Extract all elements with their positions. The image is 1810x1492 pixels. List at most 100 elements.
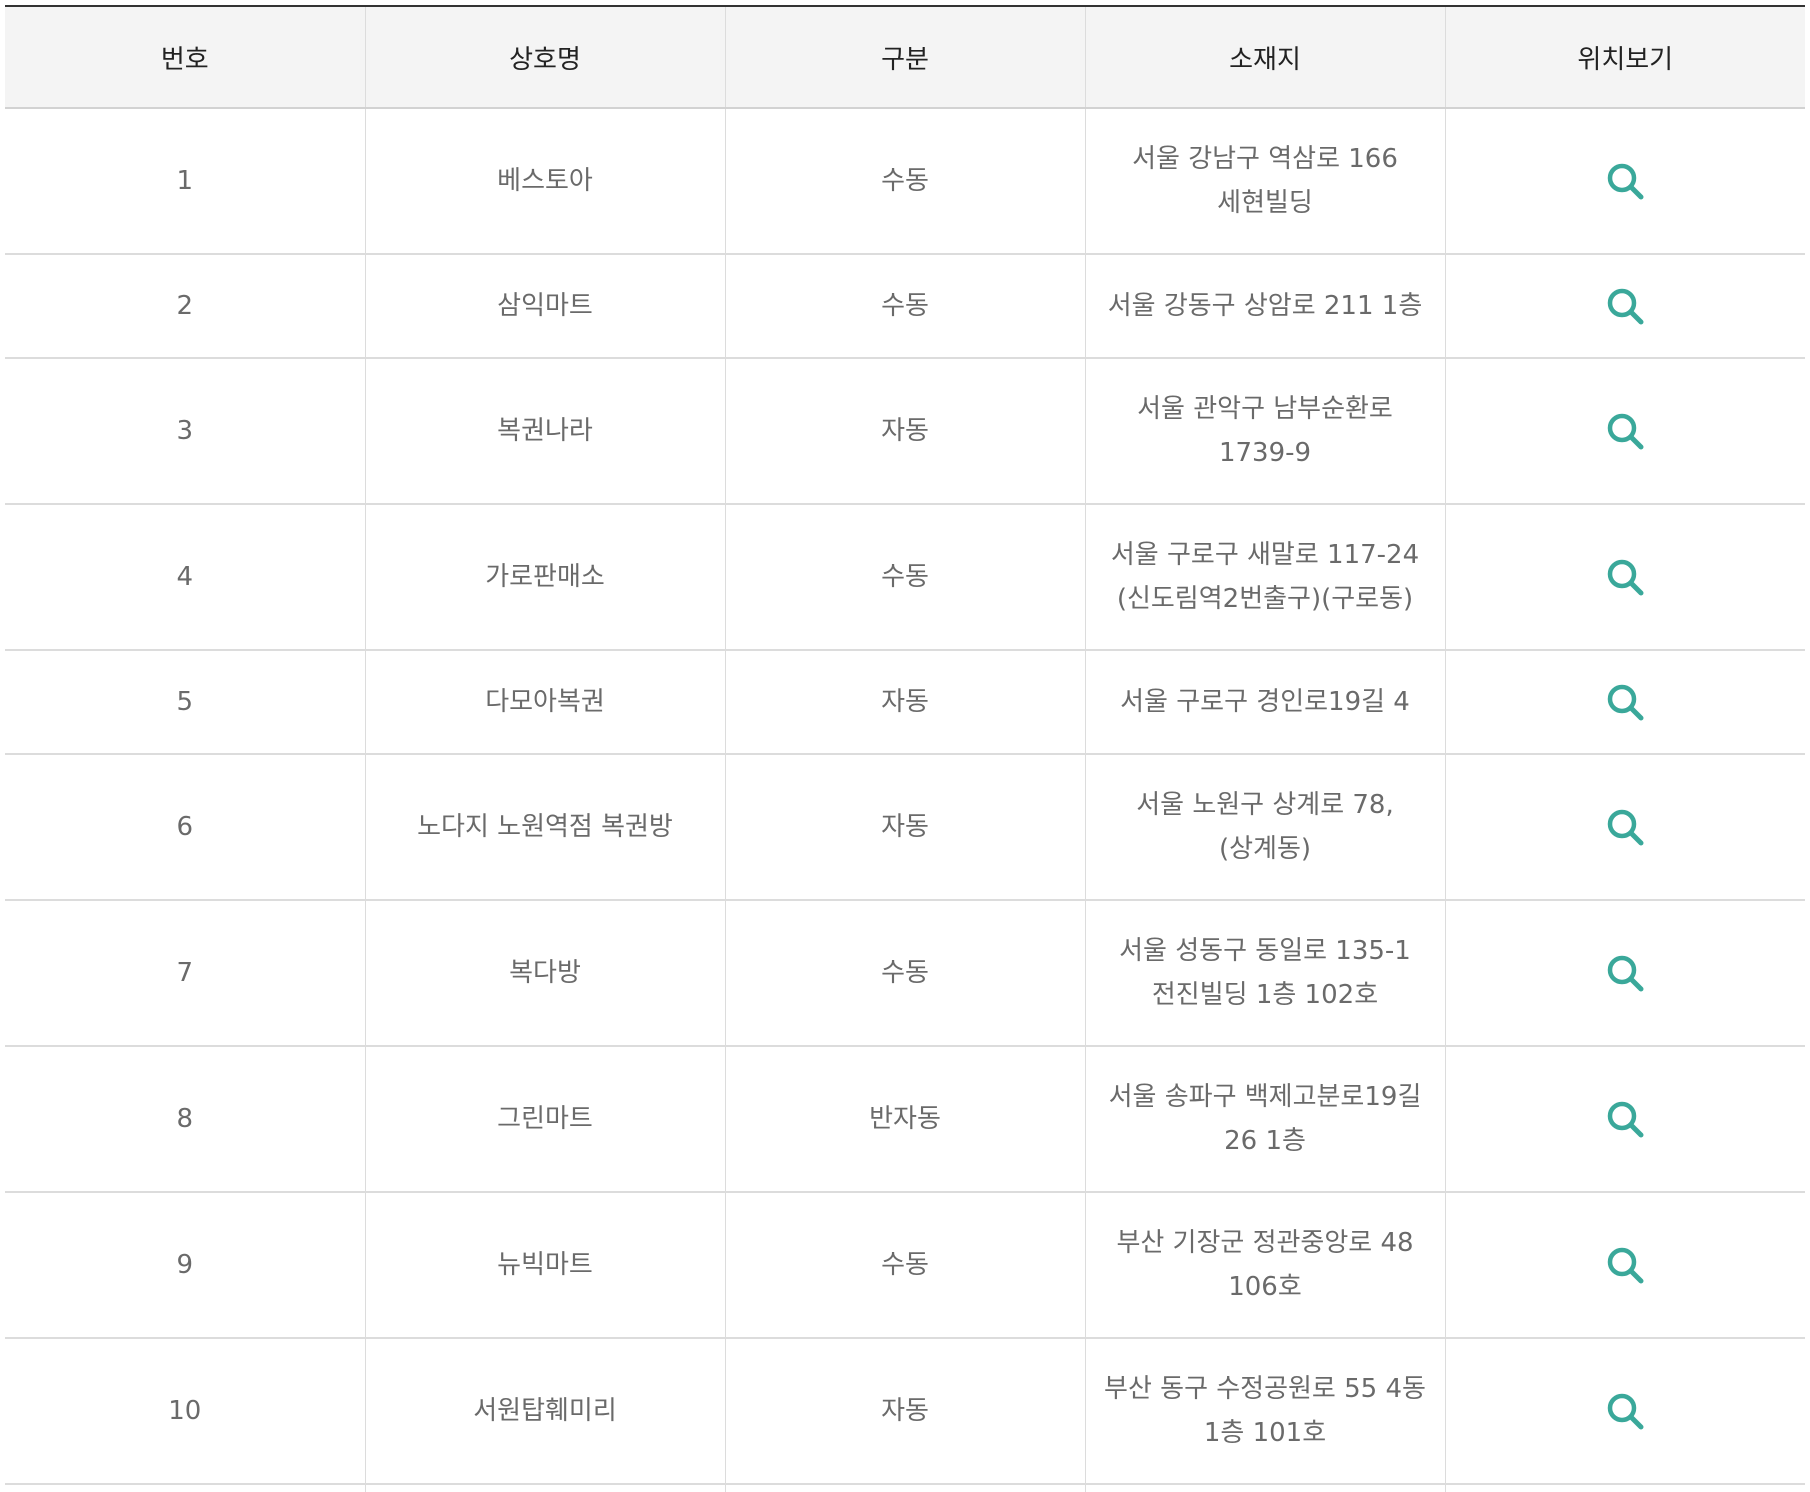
row-address: 서울 강남구 역삼로 166 세현빌딩 [1084, 108, 1446, 255]
row-type-text: 수동 [881, 166, 929, 196]
row-type: 자동 [724, 650, 1086, 755]
row-number-text: 7 [176, 958, 194, 988]
row-number: 4 [5, 504, 366, 651]
search-icon [1608, 164, 1644, 200]
row-location [1444, 754, 1805, 901]
search-icon [1608, 289, 1644, 325]
row-name: 뉴빅마트 [364, 1192, 726, 1339]
table-row: 3 복권나라 자동 서울 관악구 남부순환로 1739-9 [5, 358, 1805, 505]
row-name: 노다지 노원역점 복권방 [364, 754, 726, 901]
row-location [1444, 1046, 1805, 1193]
row-name: 복권나라 [364, 358, 726, 505]
row-name: 서원탑훼미리 [364, 1338, 726, 1485]
row-address: 부산 동구 수정공원로 55 4동 1층 101호 [1084, 1338, 1446, 1485]
table-row: 4 가로판매소 수동 서울 구로구 새말로 117-24 (신도림역2번출구)(… [5, 504, 1805, 651]
header-location: 위치보기 [1444, 5, 1805, 109]
row-name: 가로판매소 [364, 504, 726, 651]
row-type: 자동 [724, 1338, 1086, 1485]
row-name: 복다방 [364, 900, 726, 1047]
view-location-button[interactable] [1603, 159, 1647, 203]
row-type-text: 수동 [881, 1250, 929, 1280]
row-number-text: 10 [168, 1396, 202, 1426]
table-row: 5 다모아복권 자동 서울 구로구 경인로19길 4 [5, 650, 1805, 755]
row-address-text: 서울 노원구 상계로 78,(상계동) [1136, 790, 1394, 864]
row-name-text: 다모아복권 [485, 687, 605, 717]
partial-cell [364, 1484, 726, 1492]
view-location-button[interactable] [1603, 805, 1647, 849]
row-address: 서울 성동구 동일로 135-1 전진빌딩 1층 102호 [1084, 900, 1446, 1047]
view-location-button[interactable] [1603, 1389, 1647, 1433]
row-type: 자동 [724, 358, 1086, 505]
row-type-text: 자동 [881, 812, 929, 842]
row-address-text: 서울 구로구 경인로19길 4 [1120, 687, 1410, 717]
view-location-button[interactable] [1603, 951, 1647, 995]
row-type-text: 수동 [881, 291, 929, 321]
row-address: 서울 강동구 상암로 211 1층 [1084, 254, 1446, 359]
row-location [1444, 358, 1805, 505]
view-location-button[interactable] [1603, 284, 1647, 328]
row-address-text: 서울 구로구 새말로 117-24 (신도림역2번출구)(구로동) [1110, 540, 1420, 614]
row-address-text: 서울 송파구 백제고분로19길 26 1층 [1108, 1082, 1422, 1156]
row-address-text: 부산 동구 수정공원로 55 4동 1층 101호 [1104, 1374, 1426, 1448]
row-address: 서울 관악구 남부순환로 1739-9 [1084, 358, 1446, 505]
view-location-button[interactable] [1603, 1097, 1647, 1141]
row-name-text: 노다지 노원역점 복권방 [417, 812, 673, 842]
row-address: 서울 송파구 백제고분로19길 26 1층 [1084, 1046, 1446, 1193]
row-number-text: 1 [176, 166, 194, 196]
row-number: 6 [5, 754, 366, 901]
row-number: 8 [5, 1046, 366, 1193]
row-name: 그린마트 [364, 1046, 726, 1193]
header-type: 구분 [724, 5, 1086, 109]
row-type: 자동 [724, 754, 1086, 901]
row-number-text: 4 [176, 562, 194, 592]
row-location [1444, 254, 1805, 359]
search-icon [1608, 810, 1644, 846]
partial-cell [5, 1484, 366, 1492]
row-number: 2 [5, 254, 366, 359]
search-icon [1608, 414, 1644, 450]
search-icon [1608, 560, 1644, 596]
view-location-button[interactable] [1603, 409, 1647, 453]
partial-cell [1084, 1484, 1446, 1492]
table-row: 8 그린마트 반자동 서울 송파구 백제고분로19길 26 1층 [5, 1046, 1805, 1193]
row-type: 반자동 [724, 1046, 1086, 1193]
view-location-button[interactable] [1603, 680, 1647, 724]
row-address-text: 서울 강남구 역삼로 166 세현빌딩 [1132, 144, 1398, 218]
table-row-partial [5, 1484, 1805, 1492]
row-location [1444, 504, 1805, 651]
row-name-text: 복권나라 [497, 416, 593, 446]
row-location [1444, 108, 1805, 255]
row-number: 3 [5, 358, 366, 505]
table-row: 1 베스토아 수동 서울 강남구 역삼로 166 세현빌딩 [5, 108, 1805, 255]
view-location-button[interactable] [1603, 1243, 1647, 1287]
table-row: 9 뉴빅마트 수동 부산 기장군 정관중앙로 48 106호 [5, 1192, 1805, 1339]
row-number-text: 3 [176, 416, 194, 446]
row-address-text: 부산 기장군 정관중앙로 48 106호 [1116, 1228, 1414, 1302]
header-number: 번호 [5, 5, 366, 109]
row-address: 서울 구로구 경인로19길 4 [1084, 650, 1446, 755]
row-number: 9 [5, 1192, 366, 1339]
row-number: 5 [5, 650, 366, 755]
search-icon [1608, 1394, 1644, 1430]
row-type: 수동 [724, 108, 1086, 255]
row-name-text: 가로판매소 [485, 562, 605, 592]
row-address: 서울 구로구 새말로 117-24 (신도림역2번출구)(구로동) [1084, 504, 1446, 651]
row-type-text: 수동 [881, 562, 929, 592]
row-location [1444, 650, 1805, 755]
row-name-text: 베스토아 [497, 166, 593, 196]
row-type: 수동 [724, 504, 1086, 651]
lottery-store-table: 번호 상호명 구분 소재지 위치보기 1 베스토아 수동 서울 강남구 역삼로 … [5, 5, 1805, 1492]
row-address-text: 서울 성동구 동일로 135-1 전진빌딩 1층 102호 [1119, 936, 1411, 1010]
row-address: 부산 기장군 정관중앙로 48 106호 [1084, 1192, 1446, 1339]
row-number-text: 8 [176, 1104, 194, 1134]
row-location [1444, 1192, 1805, 1339]
row-type: 수동 [724, 254, 1086, 359]
row-name-text: 뉴빅마트 [497, 1250, 593, 1280]
search-icon [1608, 685, 1644, 721]
row-number-text: 5 [176, 687, 194, 717]
search-icon [1608, 956, 1644, 992]
row-type-text: 수동 [881, 958, 929, 988]
row-type-text: 자동 [881, 1396, 929, 1426]
view-location-button[interactable] [1603, 555, 1647, 599]
partial-cell [724, 1484, 1086, 1492]
